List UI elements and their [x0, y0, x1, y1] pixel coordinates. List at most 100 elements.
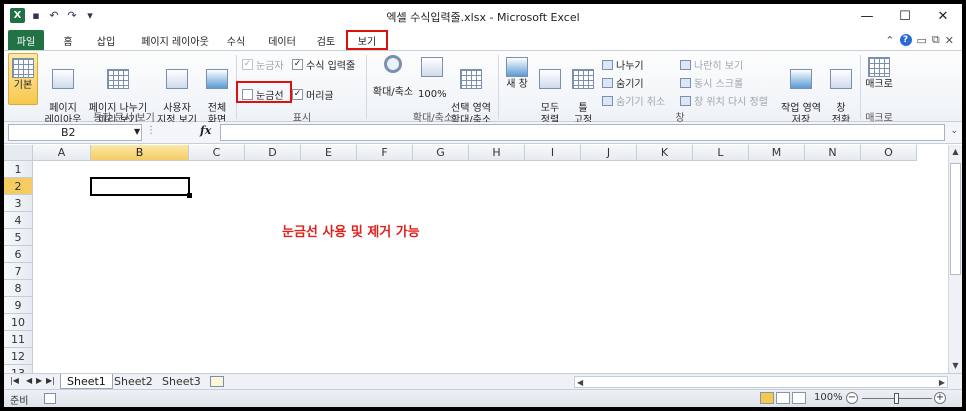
zoom-in-button[interactable]: +: [934, 392, 946, 404]
row-header[interactable]: 6: [4, 246, 33, 263]
column-header[interactable]: K: [637, 145, 693, 161]
help-icon[interactable]: ?: [899, 34, 912, 46]
row-header[interactable]: 10: [4, 314, 33, 331]
row-header[interactable]: 7: [4, 263, 33, 280]
insert-function-icon[interactable]: fx: [200, 124, 211, 137]
horizontal-scrollbar[interactable]: ◀ ▶: [574, 376, 948, 388]
split-icon: [602, 59, 613, 70]
ribbon-separator: [860, 55, 861, 119]
column-header[interactable]: A: [33, 145, 91, 161]
zoom-button[interactable]: 확대/축소: [370, 55, 416, 99]
column-header[interactable]: G: [413, 145, 469, 161]
new-window-button[interactable]: 새 창: [502, 57, 532, 91]
unhide-button[interactable]: 숨기기 취소: [602, 93, 665, 108]
last-sheet-icon[interactable]: ▶|: [46, 376, 55, 385]
prev-sheet-icon[interactable]: ◀: [26, 376, 32, 385]
column-header[interactable]: I: [525, 145, 581, 161]
hide-button[interactable]: 숨기기: [602, 75, 644, 90]
scroll-left-icon[interactable]: ◀: [577, 377, 583, 388]
column-header[interactable]: E: [301, 145, 357, 161]
tab-review[interactable]: 검토: [308, 30, 344, 50]
scroll-down-icon[interactable]: ▼: [949, 359, 962, 373]
column-header[interactable]: B: [91, 145, 189, 161]
title-bar: X ▪ ↶ ↷ ▾ 엑셀 수식입력줄.xlsx - Microsoft Exce…: [4, 4, 962, 28]
column-header[interactable]: F: [357, 145, 413, 161]
tab-page-layout[interactable]: 페이지 레이아웃: [132, 30, 218, 50]
maximize-button[interactable]: ☐: [886, 4, 924, 28]
view-side-by-side-button[interactable]: 나란히 보기: [680, 57, 743, 72]
zoom-level[interactable]: 100%: [814, 392, 843, 403]
reset-window-position-button[interactable]: 창 위치 다시 정렬: [680, 93, 768, 108]
sheet-tab-sheet1[interactable]: Sheet1: [60, 374, 113, 389]
column-header[interactable]: L: [693, 145, 749, 161]
sheet-tab-sheet2[interactable]: Sheet2: [108, 374, 159, 389]
tab-insert[interactable]: 삽입: [88, 30, 124, 50]
synchronous-scrolling-button[interactable]: 동시 스크롤: [680, 75, 743, 90]
column-header[interactable]: O: [861, 145, 917, 161]
column-header[interactable]: M: [749, 145, 805, 161]
tab-view[interactable]: 보기: [346, 30, 388, 50]
zoom-100-button[interactable]: 100%: [418, 57, 447, 101]
tab-formulas[interactable]: 수식: [220, 30, 252, 50]
page-layout-status-icon[interactable]: [776, 392, 790, 404]
close-button[interactable]: ✕: [924, 4, 962, 28]
page-break-status-icon[interactable]: [792, 392, 806, 404]
expand-formula-bar-icon[interactable]: ⌄: [950, 126, 958, 136]
row-header[interactable]: 12: [4, 348, 33, 365]
page-break-icon: [107, 69, 129, 89]
new-window-icon: [506, 57, 528, 77]
formula-input[interactable]: [220, 124, 945, 141]
macros-button[interactable]: 매크로: [864, 57, 894, 91]
normal-view-button[interactable]: 기본: [8, 53, 38, 105]
tab-data[interactable]: 데이터: [260, 30, 304, 50]
collapse-ribbon-icon[interactable]: ⌃: [885, 34, 894, 47]
name-box-dropdown-icon[interactable]: ▼: [134, 127, 140, 136]
split-button[interactable]: 나누기: [602, 57, 644, 72]
column-header[interactable]: J: [581, 145, 637, 161]
scroll-up-icon[interactable]: ▲: [949, 145, 962, 159]
first-sheet-icon[interactable]: |◀: [10, 376, 19, 385]
arrange-all-icon: [539, 69, 561, 89]
row-header[interactable]: 4: [4, 212, 33, 229]
formula-bar: B2 ▼ ⋮ fx ⌄: [4, 122, 962, 144]
insert-sheet-icon[interactable]: [210, 376, 224, 387]
sheet-tab-sheet3[interactable]: Sheet3: [156, 374, 207, 389]
row-header[interactable]: 9: [4, 297, 33, 314]
macro-record-icon[interactable]: [44, 393, 56, 404]
minimize-button[interactable]: —: [848, 4, 886, 28]
ruler-checkbox[interactable]: ✓ 눈금자: [242, 57, 284, 72]
normal-view-status-icon[interactable]: [760, 392, 774, 404]
workbook-restore-icon[interactable]: ⧉: [932, 33, 940, 47]
vertical-scroll-thumb[interactable]: [950, 163, 961, 275]
name-box[interactable]: B2: [8, 124, 142, 141]
formula-bar-checkbox[interactable]: ✓ 수식 입력줄: [292, 57, 355, 72]
zoom-slider-thumb[interactable]: [894, 393, 899, 404]
formula-bar-resize-icon[interactable]: ⋮: [146, 125, 156, 136]
tab-file[interactable]: 파일: [8, 30, 44, 50]
zoom-out-button[interactable]: −: [846, 392, 858, 404]
row-header[interactable]: 3: [4, 195, 33, 212]
select-all-corner[interactable]: [4, 145, 33, 161]
gridlines-annotation: 눈금선 사용 및 제거 가능: [282, 225, 420, 240]
row-header[interactable]: 13: [4, 365, 33, 373]
worksheet-grid[interactable]: ABCDEFGHIJKLMNO 12345678910111213 눈금선 사용…: [4, 145, 948, 373]
row-header[interactable]: 8: [4, 280, 33, 297]
tab-home[interactable]: 홈: [56, 30, 80, 50]
row-header[interactable]: 5: [4, 229, 33, 246]
row-header[interactable]: 1: [4, 161, 33, 178]
row-header[interactable]: 2: [4, 178, 33, 195]
selected-cell[interactable]: [90, 177, 190, 196]
hide-icon: [602, 77, 613, 88]
row-header[interactable]: 11: [4, 331, 33, 348]
next-sheet-icon[interactable]: ▶: [36, 376, 42, 385]
headings-checkbox[interactable]: ✓ 머리글: [292, 87, 334, 102]
column-header[interactable]: D: [245, 145, 301, 161]
column-header[interactable]: H: [469, 145, 525, 161]
workbook-close-icon[interactable]: ✕: [945, 34, 954, 47]
vertical-scrollbar[interactable]: ▲ ▼: [948, 145, 962, 373]
scroll-right-icon[interactable]: ▶: [939, 377, 945, 388]
column-header[interactable]: N: [805, 145, 861, 161]
fill-handle[interactable]: [187, 193, 192, 198]
column-header[interactable]: C: [189, 145, 245, 161]
workbook-minimize-icon[interactable]: ▭: [917, 34, 927, 47]
